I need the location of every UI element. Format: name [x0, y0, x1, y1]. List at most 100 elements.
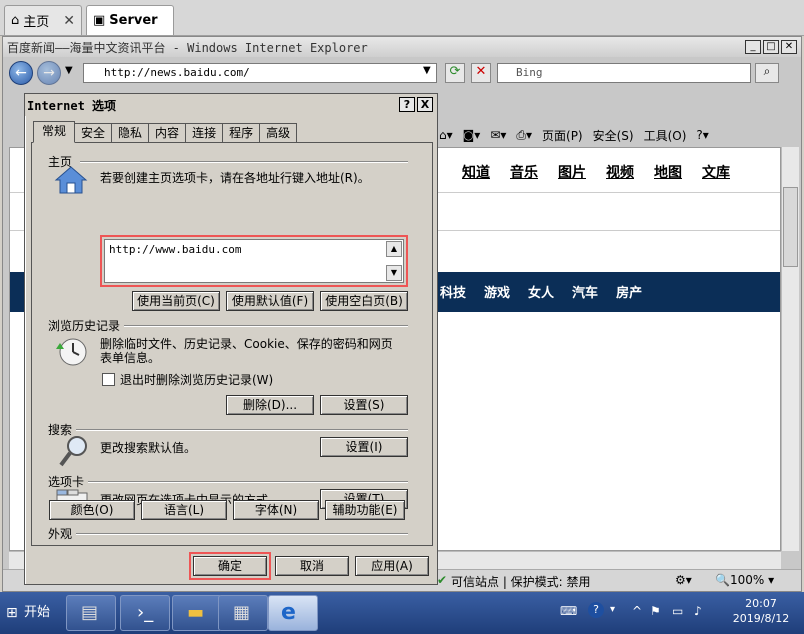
nav-link-video[interactable]: 视频 — [606, 162, 634, 182]
server-manager-icon: ▤ — [81, 602, 99, 623]
nav-link-images[interactable]: 图片 — [558, 162, 586, 182]
category-house[interactable]: 房产 — [616, 282, 642, 301]
home-icon: ⌂ — [11, 13, 20, 28]
address-dropdown[interactable]: ▼ — [423, 65, 431, 76]
history-description-line1: 删除临时文件、历史记录、Cookie、保存的密码和网页 — [100, 337, 393, 351]
tab-connections[interactable]: 连接 — [185, 123, 224, 143]
recent-pages-dropdown[interactable]: ▼ — [65, 65, 73, 76]
feeds-icon[interactable]: ◙▾ — [463, 128, 481, 142]
category-games[interactable]: 游戏 — [484, 282, 510, 301]
category-auto[interactable]: 汽车 — [572, 282, 598, 301]
stop-icon[interactable]: ✕ — [471, 63, 491, 83]
search-description: 更改搜索默认值。 — [100, 441, 197, 455]
apply-button[interactable]: 应用(A) — [355, 556, 429, 576]
history-settings-button[interactable]: 设置(S) — [320, 395, 408, 415]
divider — [80, 161, 408, 163]
monitor-icon[interactable]: ▭ — [672, 604, 683, 618]
print-icon[interactable]: ⎙▾ — [516, 128, 532, 143]
nav-link-zhidao[interactable]: 知道 — [462, 162, 490, 182]
use-current-page-button[interactable]: 使用当前页(C) — [132, 291, 220, 311]
delete-history-button[interactable]: 删除(D)... — [226, 395, 314, 415]
folder-icon: ▬ — [187, 602, 205, 623]
flag-icon[interactable]: ⚑ — [650, 604, 661, 618]
divider — [124, 325, 408, 327]
chevron-down-icon[interactable]: ▾ — [610, 604, 615, 615]
tab-advanced[interactable]: 高级 — [259, 123, 298, 143]
homepage-url-field[interactable]: http://www.baidu.com — [104, 239, 404, 283]
clock[interactable]: 20:07 2019/8/12 — [722, 596, 800, 626]
maximize-icon[interactable]: □ — [763, 40, 779, 54]
explorer-app[interactable]: ▬ — [172, 595, 222, 631]
tab-programs[interactable]: 程序 — [222, 123, 261, 143]
tabs-group-label: 选项卡 — [48, 475, 85, 489]
scroll-thumb[interactable] — [783, 187, 798, 267]
news-categories: 科技 游戏 女人 汽车 房产 — [440, 282, 642, 301]
tab-content[interactable]: 内容 — [148, 123, 187, 143]
vm-tab-server-label: Server — [109, 13, 158, 28]
nav-link-wenku[interactable]: 文库 — [702, 162, 730, 182]
search-icon[interactable]: ⌕ — [755, 63, 779, 83]
internet-options-dialog: Internet 选项 ? X 常规 安全 隐私 内容 连接 程序 高级 主页 … — [24, 93, 438, 585]
category-women[interactable]: 女人 — [528, 282, 554, 301]
network-app[interactable]: ▦ — [218, 595, 268, 631]
volume-icon[interactable]: ♪ — [694, 604, 702, 618]
settings-gear-icon[interactable]: ⚙▾ — [675, 573, 692, 587]
search-settings-button[interactable]: 设置(I) — [320, 437, 408, 457]
zone-status: 可信站点 | 保护模式: 禁用 — [451, 575, 591, 589]
help-icon[interactable]: ?▾ — [696, 128, 708, 142]
homepage-description: 若要创建主页选项卡，请在各地址行键入地址(R)。 — [100, 171, 370, 185]
tab-security[interactable]: 安全 — [74, 123, 113, 143]
server-manager-app[interactable]: ▤ — [66, 595, 116, 631]
dialog-help-button[interactable]: ? — [399, 97, 415, 112]
search-placeholder: Bing — [516, 66, 543, 79]
tools-menu[interactable]: 工具(O) — [644, 127, 687, 144]
history-group-label: 浏览历史记录 — [48, 319, 121, 333]
cancel-button[interactable]: 取消 — [275, 556, 349, 576]
minimize-icon[interactable]: _ — [745, 40, 761, 54]
powershell-app[interactable]: ›_ — [120, 595, 170, 631]
category-tech[interactable]: 科技 — [440, 282, 466, 301]
network-icon: ▦ — [233, 602, 251, 623]
keyboard-icon[interactable]: ⌨ — [560, 604, 577, 618]
use-blank-button[interactable]: 使用空白页(B) — [320, 291, 408, 311]
appearance-group-label: 外观 — [48, 527, 73, 541]
refresh-icon[interactable]: ⟳ — [445, 63, 465, 83]
use-default-button[interactable]: 使用默认值(F) — [226, 291, 314, 311]
home-page-icon[interactable]: ⌂▾ — [439, 128, 453, 142]
vm-tab-home-label: 主页 — [23, 15, 50, 30]
vm-tab-home[interactable]: ⌂ 主页 ✕ — [4, 5, 82, 35]
scroll-down-icon[interactable]: ▼ — [386, 265, 402, 281]
search-input[interactable]: Bing — [497, 63, 751, 83]
mail-icon[interactable]: ✉▾ — [490, 128, 506, 142]
close-icon[interactable]: ✕ — [63, 13, 75, 29]
show-hidden-icons[interactable]: ^ — [632, 604, 642, 618]
page-menu[interactable]: 页面(P) — [542, 127, 583, 144]
languages-button[interactable]: 语言(L) — [141, 500, 227, 520]
ok-button[interactable]: 确定 — [193, 556, 267, 576]
colors-button[interactable]: 颜色(O) — [49, 500, 135, 520]
tab-general[interactable]: 常规 — [33, 121, 76, 143]
tab-privacy[interactable]: 隐私 — [111, 123, 150, 143]
divider — [88, 481, 408, 483]
back-button[interactable]: ← — [9, 61, 33, 85]
scroll-up-icon[interactable]: ▲ — [386, 241, 402, 257]
zoom-level[interactable]: 🔍100% ▾ — [715, 573, 774, 587]
delete-history-on-exit-checkbox[interactable] — [102, 373, 115, 386]
nav-link-map[interactable]: 地图 — [654, 162, 682, 182]
accessibility-button[interactable]: 辅助功能(E) — [325, 500, 405, 520]
dialog-close-button[interactable]: X — [417, 97, 433, 112]
fonts-button[interactable]: 字体(N) — [233, 500, 319, 520]
forward-button[interactable]: → — [37, 61, 61, 85]
ie-app[interactable]: e — [268, 595, 318, 631]
safety-menu[interactable]: 安全(S) — [593, 127, 634, 144]
vertical-scrollbar[interactable] — [781, 147, 799, 551]
baidu-top-nav: 知道 音乐 图片 视频 地图 文库 — [462, 162, 730, 182]
nav-link-music[interactable]: 音乐 — [510, 162, 538, 182]
close-icon[interactable]: ✕ — [781, 40, 797, 54]
vm-tab-server[interactable]: ▣ Server — [86, 5, 174, 35]
start-button[interactable]: ⊞ 开始 — [2, 600, 50, 626]
address-bar[interactable]: http://news.baidu.com/ — [83, 63, 437, 83]
house-icon — [54, 165, 88, 195]
divider — [76, 533, 408, 535]
help-icon[interactable]: ? — [588, 602, 604, 618]
